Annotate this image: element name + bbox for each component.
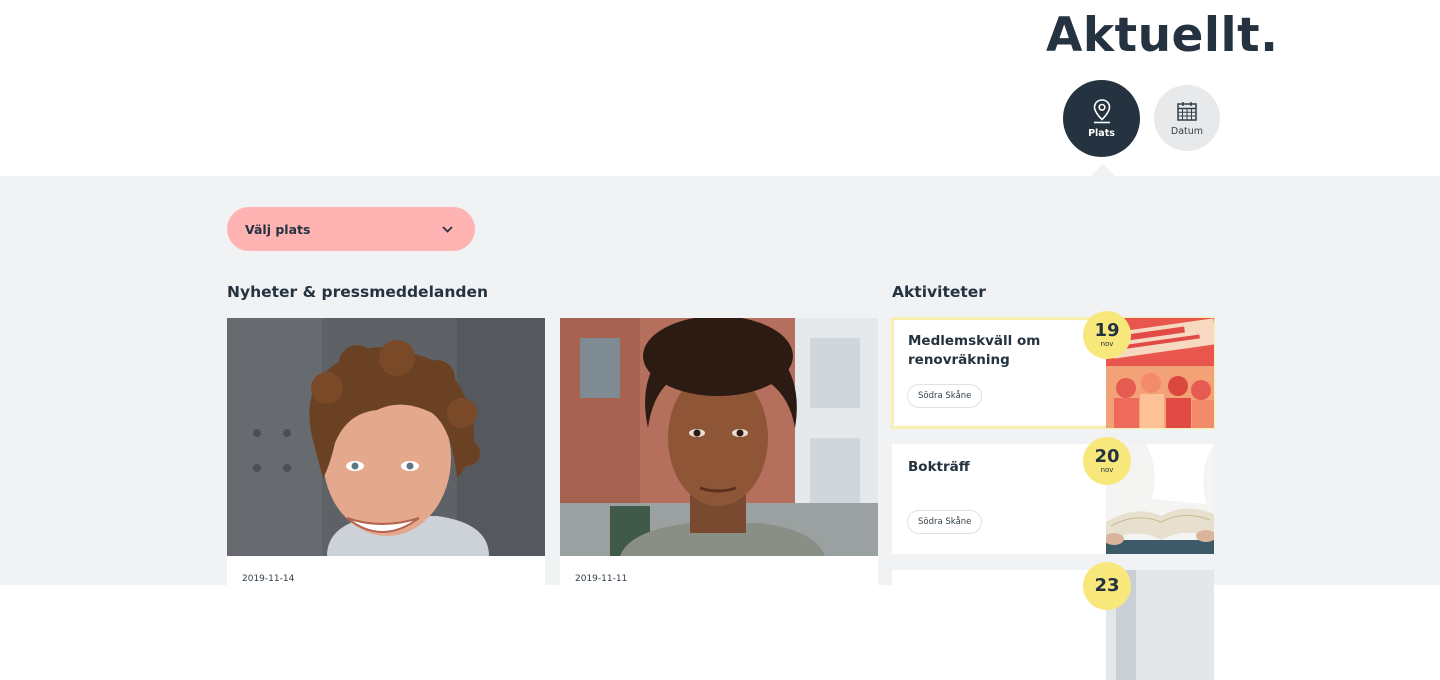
activities-heading: Aktiviteter: [892, 283, 986, 301]
activity-day: 20: [1094, 445, 1120, 467]
activity-location-tag[interactable]: Södra Skåne: [907, 510, 983, 534]
filter-plats-label: Plats: [1088, 128, 1115, 139]
activity-date-badge: 20 nov: [1083, 437, 1131, 485]
location-select[interactable]: Välj plats: [227, 207, 475, 251]
news-photo-young-man: [560, 318, 878, 556]
activity-card[interactable]: [892, 570, 1214, 680]
header-area: Aktuellt. Plats Datum: [0, 0, 1440, 176]
activity-month: nov: [1100, 339, 1114, 348]
activity-card[interactable]: Medlemskväll om renovräkning Södra Skåne: [891, 317, 1215, 429]
activity-day: 19: [1094, 319, 1120, 341]
activity-date-badge: 19 nov: [1083, 311, 1131, 359]
active-filter-pointer: [1091, 164, 1115, 176]
filter-datum-button[interactable]: Datum: [1154, 85, 1220, 151]
news-date: 2019-11-11: [575, 574, 628, 584]
page-title: Aktuellt.: [1046, 8, 1279, 63]
news-date: 2019-11-14: [242, 574, 295, 584]
activity-card[interactable]: Bokträff Södra Skåne: [892, 444, 1214, 554]
news-card[interactable]: 2019-11-14: [227, 318, 545, 598]
chevron-down-icon: [442, 225, 453, 233]
activity-location-tag[interactable]: Södra Skåne: [907, 384, 983, 408]
activity-day: 23: [1094, 575, 1120, 596]
filter-datum-label: Datum: [1170, 125, 1204, 137]
map-pin-icon: [1093, 99, 1110, 124]
news-card[interactable]: 2019-11-11: [560, 318, 878, 598]
activity-title: Bokträff: [908, 459, 970, 475]
news-heading: Nyheter & pressmeddelanden: [227, 283, 489, 301]
location-select-value: Välj plats: [245, 221, 311, 237]
filter-plats-button[interactable]: Plats: [1063, 80, 1140, 157]
calendar-icon: [1177, 101, 1197, 121]
activity-title: Medlemskväll om renovräkning: [908, 333, 1041, 368]
activity-date-badge: 23: [1083, 562, 1131, 610]
news-photo-curly-haired-man: [227, 318, 545, 556]
activity-month: nov: [1100, 465, 1114, 474]
